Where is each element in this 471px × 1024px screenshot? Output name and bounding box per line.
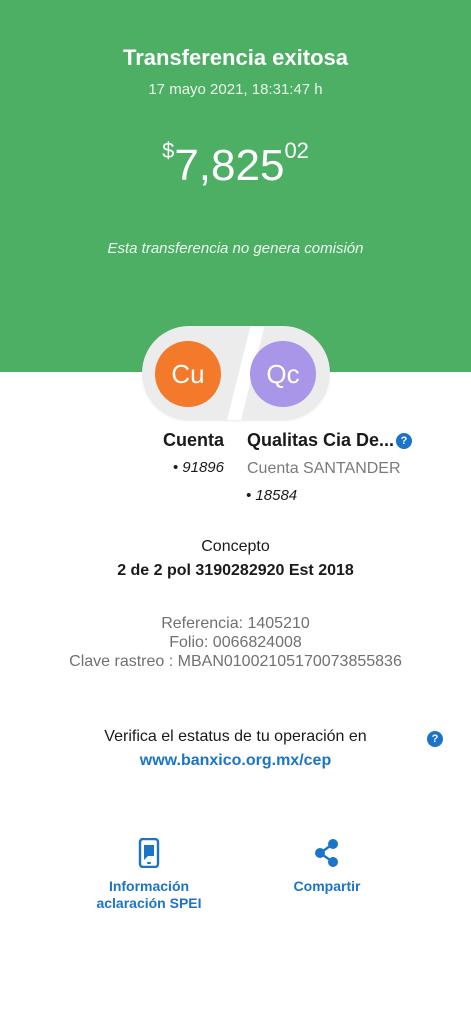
fee-note: Esta transferencia no genera comisión [107,240,364,257]
recipient-account: • 18584 [246,487,298,504]
share-label: Compartir [293,878,361,894]
transfer-parties-pill: Cu Qc [142,326,330,420]
recipient-name: Qualitas Cia De... [247,430,395,450]
share-button[interactable]: Compartir [282,838,372,895]
amount-currency: $ [162,138,175,163]
question-circle-icon[interactable]: ? [427,731,443,747]
amount-decimals: 02 [284,138,309,163]
spei-info-label-line1: Información [108,878,190,894]
tracking-key: Clave rastreo : MBAN01002105170073855836 [69,653,402,670]
share-icon [282,838,372,878]
transfer-amount: $7,82502 [0,138,471,191]
recipient-avatar: Qc [250,341,316,407]
transfer-datetime: 17 mayo 2021, 18:31:47 h [148,81,323,98]
folio-number: Folio: 0066824008 [169,634,302,651]
concept-value: 2 de 2 pol 3190282920 Est 2018 [117,562,354,579]
reference-number: Referencia: 1405210 [161,615,310,632]
spei-info-button[interactable]: Información aclaración SPEI [84,837,214,912]
banxico-cep-link[interactable]: www.banxico.org.mx/cep [0,752,471,770]
verify-status-text: Verifica el estatus de tu operación en [104,728,367,745]
concept-label: Concepto [201,538,270,555]
sender-account: • 91896 [172,459,224,476]
sender-avatar: Cu [155,341,221,407]
spei-info-label-line2: aclaración SPEI [96,895,202,911]
recipient-bank: Cuenta SANTANDER [247,460,401,477]
page-title: Transferencia exitosa [122,45,348,70]
sender-name: Cuenta [162,430,224,450]
amount-integer: 7,825 [174,141,285,190]
question-circle-icon[interactable]: ? [396,433,412,449]
phone-document-icon [84,837,214,878]
